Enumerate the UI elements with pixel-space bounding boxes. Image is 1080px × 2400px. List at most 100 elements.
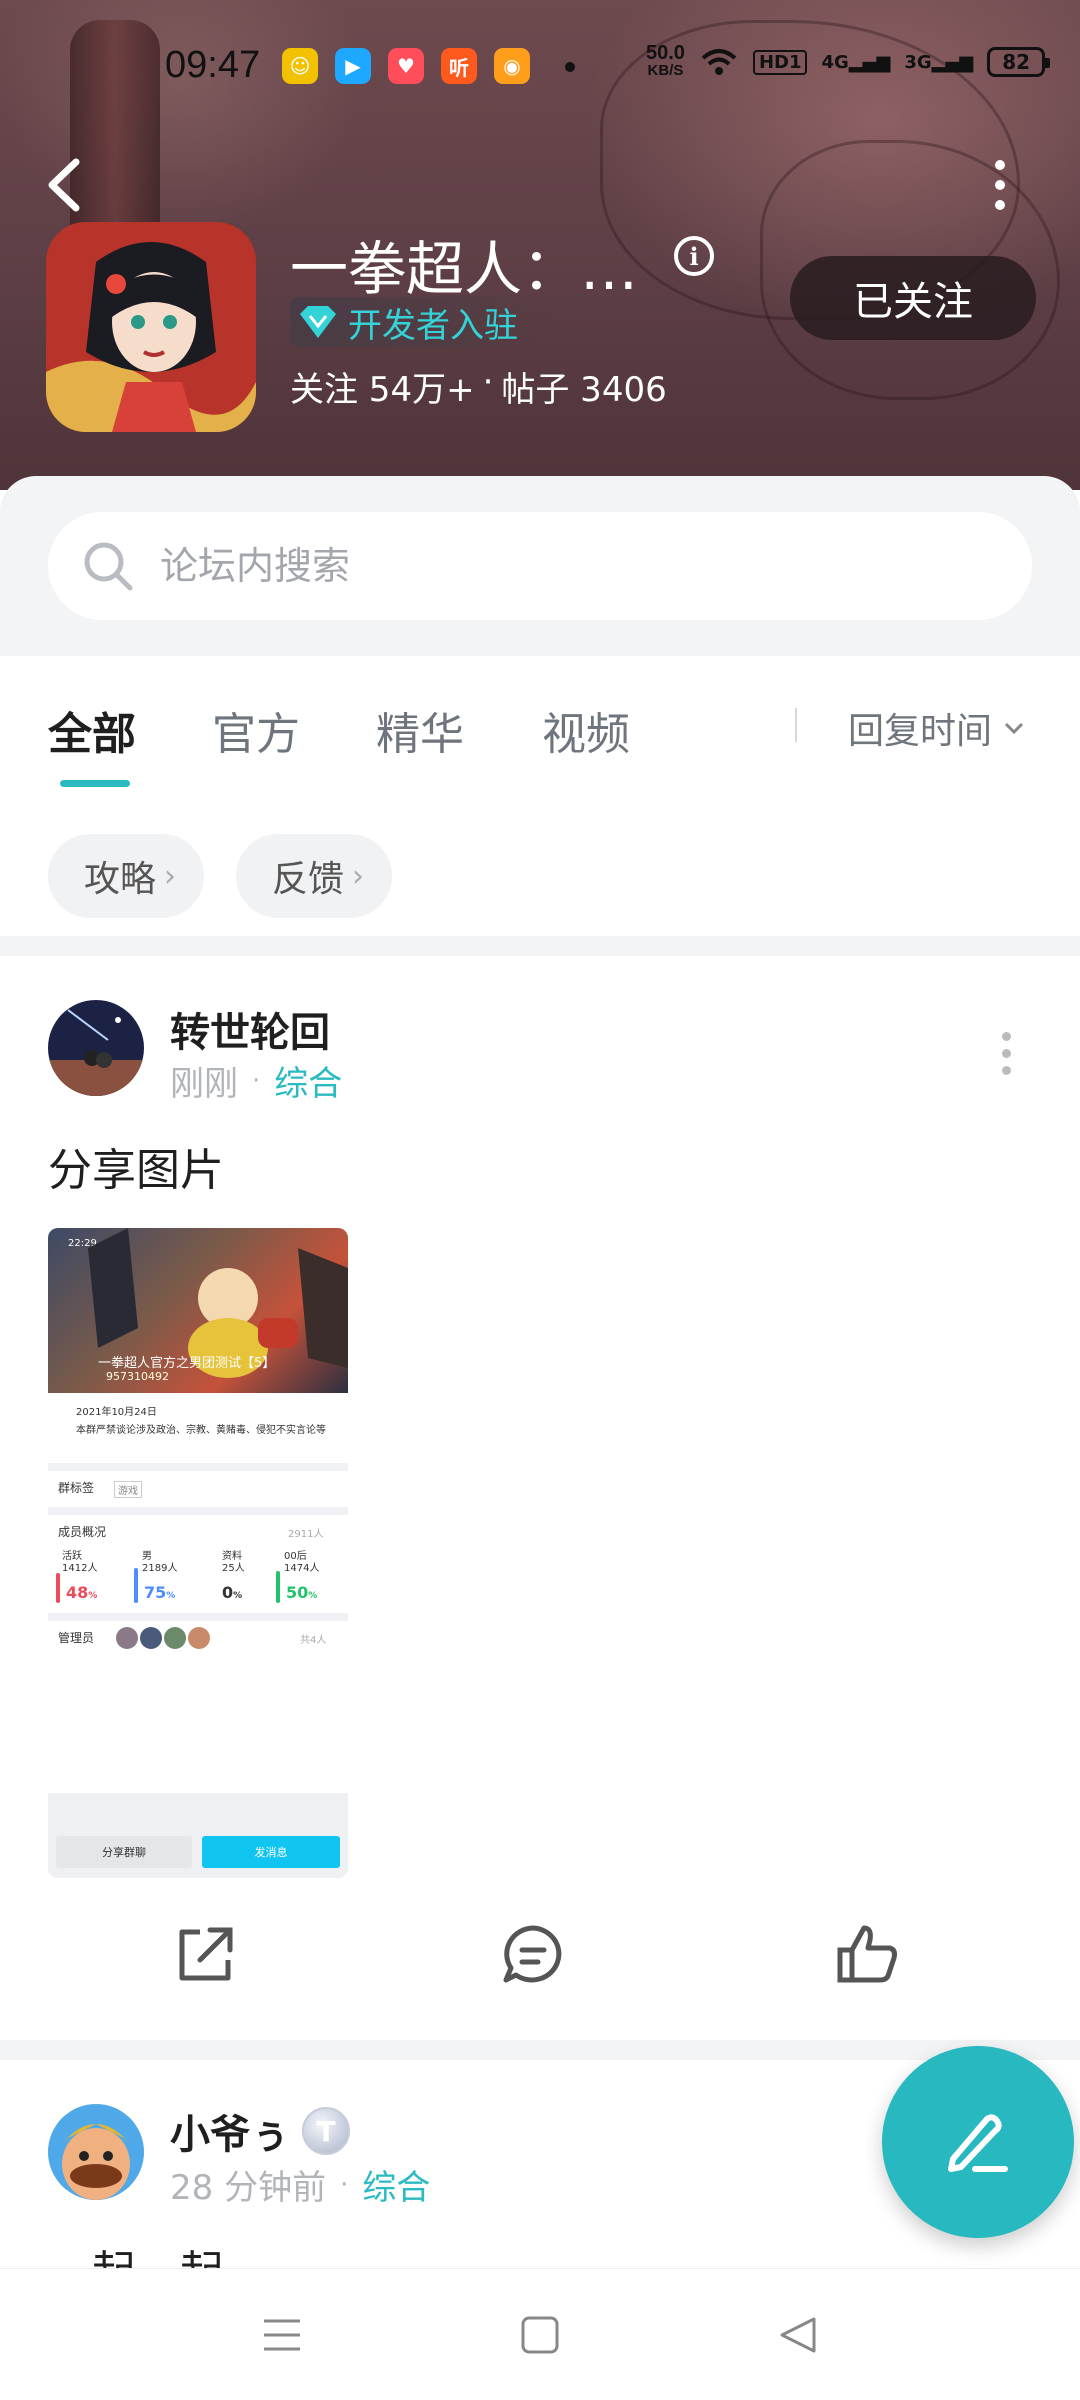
listen-app-icon: 听 bbox=[441, 48, 477, 84]
post-author[interactable]: 小爷ぅ bbox=[170, 2102, 290, 2160]
signal-3g-icon: 3G▂▄▆ bbox=[904, 51, 974, 73]
search-bar[interactable] bbox=[48, 512, 1032, 620]
pct-unit: % bbox=[308, 1591, 318, 1601]
back-button[interactable] bbox=[40, 150, 90, 220]
network-speed-value: 50.0 bbox=[646, 42, 685, 64]
stat-value: 50% bbox=[286, 1583, 317, 1602]
post-time: 28 分钟前 bbox=[170, 2168, 327, 2208]
screenshot-admins-count: 共4人 bbox=[300, 1635, 327, 1646]
screenshot-send-button: 发消息 bbox=[202, 1836, 340, 1868]
more-options-button[interactable] bbox=[980, 160, 1020, 210]
screenshot-body: 2021年10月24日 本群严禁谈论涉及政治、宗教、黄赌毒、侵犯不实言论等 群标… bbox=[48, 1393, 348, 1793]
network-speed: 50.0 KB/S bbox=[646, 42, 685, 80]
stats-separator: · bbox=[482, 362, 494, 402]
stat-value: 0% bbox=[222, 1583, 242, 1602]
menu-icon bbox=[264, 2319, 300, 2351]
post-author[interactable]: 转世轮回 bbox=[170, 1000, 330, 1058]
more-notifications-dot bbox=[565, 62, 575, 72]
signal-4g-icon: 4G▂▄▆ bbox=[821, 51, 891, 73]
admin-avatars bbox=[116, 1627, 210, 1649]
nav-back-button[interactable] bbox=[776, 2313, 820, 2357]
chevron-left-icon bbox=[48, 158, 80, 212]
followers-count: 关注 54万+ bbox=[290, 370, 475, 410]
sort-dropdown[interactable]: 回复时间 bbox=[848, 702, 1026, 754]
post-meta: 28 分钟前 · 综合 bbox=[170, 2160, 430, 2209]
wifi-icon bbox=[701, 49, 737, 75]
game-character-art bbox=[46, 222, 256, 432]
share-button[interactable] bbox=[170, 1920, 240, 1990]
developer-badge-label: 开发者入驻 bbox=[348, 305, 518, 346]
signal-4g-label: 4G bbox=[821, 51, 849, 73]
stat-bar bbox=[276, 1571, 280, 1603]
screenshot-admins-label: 管理员 bbox=[58, 1631, 95, 1645]
hd-label: HD bbox=[758, 51, 789, 73]
screenshot-tag-label: 群标签 bbox=[58, 1481, 95, 1495]
stat-value: 48% bbox=[66, 1583, 97, 1602]
battery-level: 82 bbox=[1002, 50, 1031, 74]
tab-divider bbox=[795, 708, 797, 742]
post-meta: 刚刚 · 综合 bbox=[170, 1056, 342, 1105]
chip-feedback[interactable]: 反馈 › bbox=[236, 834, 393, 918]
game-app-icon[interactable] bbox=[46, 222, 256, 432]
share-icon bbox=[179, 1927, 233, 1981]
meta-separator: · bbox=[340, 2169, 349, 2200]
signal-3g-label: 3G bbox=[904, 51, 932, 73]
post-image[interactable]: 22:29 一拳超人官方之男团测试【5】 957310492 2021年10月2… bbox=[48, 1228, 348, 1878]
status-indicators: 50.0 KB/S HD1 4G▂▄▆ 3G▂▄▆ 82 bbox=[646, 42, 1051, 80]
like-button[interactable] bbox=[832, 1920, 902, 1990]
comment-button[interactable] bbox=[498, 1920, 568, 1990]
post-more-button[interactable] bbox=[1002, 1032, 1014, 1075]
post-text: 一起一起 bbox=[48, 2236, 224, 2270]
avatar-image bbox=[48, 1000, 144, 1096]
hd-sub: 1 bbox=[788, 51, 802, 73]
home-button[interactable] bbox=[518, 2313, 562, 2357]
stat-pct: 48 bbox=[66, 1583, 89, 1602]
avatar[interactable] bbox=[48, 2104, 144, 2200]
chevron-right-icon: › bbox=[352, 858, 365, 894]
screenshot-banner: 22:29 一拳超人官方之男团测试【5】 957310492 bbox=[48, 1228, 348, 1393]
tab-official[interactable]: 官方 bbox=[212, 698, 300, 762]
search-input[interactable] bbox=[160, 544, 960, 588]
post-text: 分享图片 bbox=[48, 1145, 224, 1196]
follow-button[interactable]: 已关注 bbox=[790, 256, 1036, 340]
screenshot-share-button: 分享群聊 bbox=[56, 1836, 192, 1868]
post-category[interactable]: 综合 bbox=[274, 1056, 342, 1105]
forum-title: 一拳超人：… bbox=[290, 235, 639, 303]
stat-bar bbox=[134, 1568, 138, 1603]
posts-count: 帖子 3406 bbox=[501, 370, 667, 410]
chip-guides[interactable]: 攻略 › bbox=[48, 834, 205, 918]
avatar[interactable] bbox=[48, 1000, 144, 1096]
developer-badge[interactable]: 开发者入驻 bbox=[290, 297, 560, 347]
stat-sub: 1412人 bbox=[62, 1563, 98, 1574]
screenshot-members-count: 2911人 bbox=[288, 1529, 324, 1540]
stat-sub: 2189人 bbox=[142, 1563, 178, 1574]
chevron-right-icon: › bbox=[164, 858, 177, 894]
battery-icon: 82 bbox=[987, 47, 1051, 77]
avatar-image bbox=[48, 2104, 144, 2200]
network-speed-unit: KB/S bbox=[647, 62, 684, 79]
stat-pct: 50 bbox=[286, 1583, 309, 1602]
screenshot-desc: 本群严禁谈论涉及政治、宗教、黄赌毒、侵犯不实言论等 bbox=[76, 1425, 326, 1436]
level-badge-icon: T bbox=[302, 2107, 350, 2155]
screenshot-title: 一拳超人官方之男团测试【5】 bbox=[98, 1356, 276, 1371]
chevron-down-icon bbox=[1004, 722, 1024, 735]
tab-featured[interactable]: 精华 bbox=[376, 698, 464, 762]
pig-app-icon: ♥ bbox=[388, 48, 424, 84]
post-text-content: 一起一起 bbox=[48, 2247, 224, 2270]
pct-unit: % bbox=[166, 1591, 176, 1601]
stat-bar bbox=[56, 1573, 60, 1603]
youku-app-icon: ▶ bbox=[335, 48, 371, 84]
triangle-back-icon bbox=[780, 2317, 816, 2353]
tab-all[interactable]: 全部 bbox=[48, 698, 136, 762]
tab-bar: 全部 官方 精华 视频 回复时间 攻略 › 反馈 › bbox=[0, 656, 1080, 936]
status-bar: 09:47 ☺ ▶ ♥ 听 ◉ 50.0 KB/S HD1 4G▂▄▆ 3G▂▄… bbox=[0, 0, 1080, 130]
tab-video[interactable]: 视频 bbox=[542, 698, 630, 762]
compose-post-button[interactable] bbox=[882, 2046, 1074, 2238]
stat-value: 75% bbox=[144, 1583, 175, 1602]
screenshot-members-label: 成员概况 bbox=[58, 1525, 107, 1539]
post-category[interactable]: 综合 bbox=[362, 2160, 430, 2209]
menu-button[interactable] bbox=[260, 2313, 304, 2357]
info-icon[interactable]: i bbox=[674, 236, 714, 276]
ticket-app-icon: ☺ bbox=[282, 48, 318, 84]
post-time: 刚刚 bbox=[170, 1064, 238, 1104]
